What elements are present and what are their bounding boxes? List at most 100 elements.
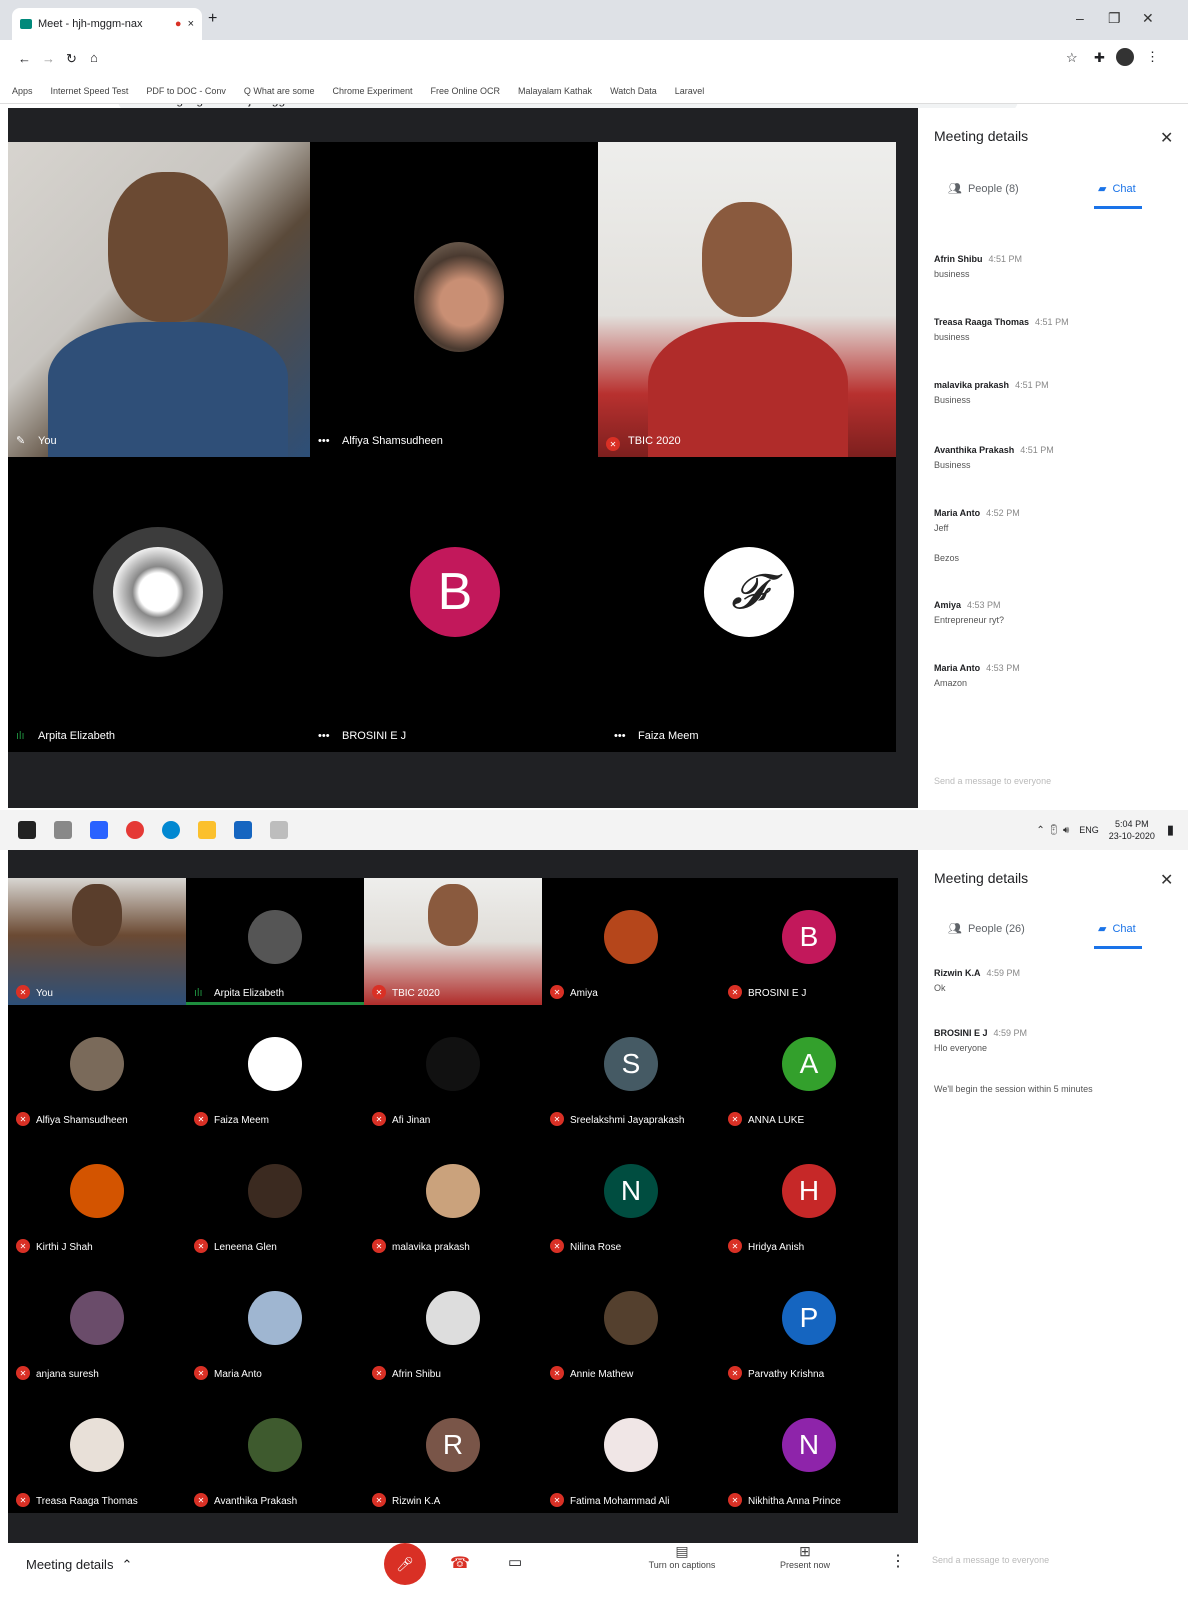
participant-tile[interactable]: R ✕ Rizwin K.A: [364, 1386, 542, 1513]
mic-off-icon: ✕: [550, 1112, 564, 1126]
leave-call-icon[interactable]: ☎: [450, 1553, 470, 1573]
participant-tile[interactable]: ✕ TBIC 2020: [364, 878, 542, 1005]
tab-chat[interactable]: ▰ Chat: [1098, 922, 1136, 936]
bookmark-item[interactable]: Malayalam Kathak: [518, 86, 592, 96]
participant-tile[interactable]: A ✕ ANNA LUKE: [720, 1005, 898, 1132]
chat-input[interactable]: Send a message to everyone: [934, 776, 1051, 786]
participant-tile[interactable]: ✕ malavika prakash: [364, 1132, 542, 1259]
chat-sender: Afrin Shibu: [934, 254, 983, 264]
participant-tile[interactable]: B ✕ BROSINI E J: [720, 878, 898, 1005]
participant-tile[interactable]: ✕ Treasa Raaga Thomas: [8, 1386, 186, 1513]
participant-letter-avatar: A: [782, 1037, 836, 1091]
mic-off-icon: ✕: [16, 1112, 30, 1126]
minimize-icon[interactable]: –: [1076, 10, 1084, 26]
panel-close-icon[interactable]: ✕: [1160, 870, 1173, 890]
participant-tile[interactable]: ✕ Afi Jinan: [364, 1005, 542, 1132]
bookmark-item[interactable]: Free Online OCR: [430, 86, 500, 96]
bookmark-item[interactable]: Laravel: [675, 86, 705, 96]
chat-message: Amiya 4:53 PM Entrepreneur ryt?: [934, 598, 1174, 628]
mic-off-icon: ✕: [728, 1493, 742, 1507]
bookmark-item[interactable]: Internet Speed Test: [51, 86, 129, 96]
more-options-icon[interactable]: •••: [318, 730, 330, 742]
participant-tile[interactable]: ✕ Annie Mathew: [542, 1259, 720, 1386]
camera-toggle-icon[interactable]: ▭: [508, 1553, 522, 1571]
tab-people[interactable]: 👥︎ People (26): [948, 922, 1025, 936]
bookmark-item[interactable]: Watch Data: [610, 86, 657, 96]
panel-close-icon[interactable]: ✕: [1160, 128, 1173, 148]
tray-icons[interactable]: ⌃ 🔋︎ 🔊︎: [1036, 825, 1069, 836]
input-language[interactable]: ENG: [1079, 825, 1099, 835]
captions-button[interactable]: ▤ Turn on captions: [642, 1543, 722, 1570]
participant-video: [72, 884, 122, 946]
tab-close-icon[interactable]: ×: [188, 18, 194, 30]
participant-tile[interactable]: P ✕ Parvathy Krishna: [720, 1259, 898, 1386]
app-icon[interactable]: [234, 821, 252, 839]
participant-tile[interactable]: ılı Arpita Elizabeth: [8, 457, 310, 752]
participant-tile[interactable]: ••• Alfiya Shamsudheen: [310, 142, 606, 457]
participant-avatar: [426, 1164, 480, 1218]
edge-icon[interactable]: [162, 821, 180, 839]
bookmark-item[interactable]: Chrome Experiment: [332, 86, 412, 96]
more-options-icon[interactable]: •••: [614, 730, 626, 742]
meeting-details-button[interactable]: Meeting details ⌃: [26, 1557, 132, 1573]
participant-tile[interactable]: ✕ Afrin Shibu: [364, 1259, 542, 1386]
chat-sender: Maria Anto: [934, 508, 981, 518]
new-tab-icon[interactable]: +: [208, 10, 217, 28]
participant-tile[interactable]: ✕ Kirthi J Shah: [8, 1132, 186, 1259]
present-now-button[interactable]: ⊞ Present now: [770, 1543, 840, 1570]
participant-tile[interactable]: B ••• BROSINI E J: [310, 457, 606, 752]
participant-name: Faiza Meem: [638, 730, 699, 742]
tab-people[interactable]: 👥︎ People (8): [948, 182, 1019, 196]
app-icon[interactable]: [270, 821, 288, 839]
notification-icon[interactable]: ▮: [1167, 822, 1174, 838]
participant-tile[interactable]: ✕ Amiya: [542, 878, 720, 1005]
bookmark-item[interactable]: Q What are some: [244, 86, 315, 96]
participant-tile[interactable]: ✕ Fatima Mohammad Ali: [542, 1386, 720, 1513]
more-options-icon[interactable]: •••: [318, 435, 330, 447]
participant-tile[interactable]: ✕ Leneena Glen: [186, 1132, 364, 1259]
file-explorer-icon[interactable]: [198, 821, 216, 839]
forward-icon[interactable]: →: [42, 51, 55, 66]
participant-tile[interactable]: ✕ Faiza Meem: [186, 1005, 364, 1132]
reload-icon[interactable]: ↻: [66, 51, 77, 67]
more-options-icon[interactable]: ⋮: [890, 1551, 906, 1571]
participant-tile[interactable]: N ✕ Nilina Rose: [542, 1132, 720, 1259]
participant-avatar: [248, 910, 302, 964]
back-icon[interactable]: ←: [18, 51, 31, 66]
star-icon[interactable]: ☆: [1066, 50, 1078, 66]
participant-tile[interactable]: ✕ Avanthika Prakash: [186, 1386, 364, 1513]
participant-name: ANNA LUKE: [748, 1115, 805, 1126]
windows-start-icon[interactable]: [18, 821, 36, 839]
participant-tile[interactable]: ✕ anjana suresh: [8, 1259, 186, 1386]
participant-tile[interactable]: ılı Arpita Elizabeth: [186, 878, 364, 1005]
more-icon[interactable]: ✎: [16, 434, 25, 447]
mic-off-icon: ✕: [16, 1366, 30, 1380]
maximize-icon[interactable]: ❐: [1108, 10, 1121, 27]
participant-tile[interactable]: H ✕ Hridya Anish: [720, 1132, 898, 1259]
chat-text: Ok: [934, 983, 946, 993]
participant-tile[interactable]: S ✕ Sreelakshmi Jayaprakash: [542, 1005, 720, 1132]
app-icon[interactable]: [90, 821, 108, 839]
extensions-icon[interactable]: ✚: [1094, 50, 1105, 66]
participant-tile[interactable]: ✕ You: [8, 878, 186, 1005]
chrome-icon[interactable]: [126, 821, 144, 839]
participant-tile[interactable]: ✕ TBIC 2020: [598, 142, 896, 457]
window-close-icon[interactable]: ✕: [1142, 10, 1154, 27]
profile-avatar[interactable]: [1116, 48, 1134, 66]
bookmark-item[interactable]: Apps: [12, 86, 33, 96]
browser-menu-icon[interactable]: ⋮: [1146, 49, 1159, 65]
participant-tile[interactable]: ✕ Alfiya Shamsudheen: [8, 1005, 186, 1132]
browser-tab[interactable]: Meet - hjh-mggm-nax ● ×: [12, 8, 202, 40]
participant-tile[interactable]: 𝓕 ••• Faiza Meem: [606, 457, 896, 752]
task-view-icon[interactable]: [54, 821, 72, 839]
chat-input[interactable]: Send a message to everyone: [932, 1555, 1049, 1565]
home-icon[interactable]: ⌂: [90, 50, 98, 65]
tab-chat[interactable]: ▰ Chat: [1098, 182, 1136, 196]
participant-tile[interactable]: ✎ You: [8, 142, 310, 457]
clock[interactable]: 5:04 PM 23-10-2020: [1109, 818, 1155, 842]
participant-tile[interactable]: N ✕ Nikhitha Anna Prince: [720, 1386, 898, 1513]
participant-tile[interactable]: ✕ Maria Anto: [186, 1259, 364, 1386]
mic-toggle-button[interactable]: 🎤︎: [384, 1543, 426, 1585]
bookmark-item[interactable]: PDF to DOC - Conv: [146, 86, 226, 96]
meeting-details-panel-bottom: Meeting details ✕ 👥︎ People (26) ▰ Chat …: [918, 850, 1188, 1543]
